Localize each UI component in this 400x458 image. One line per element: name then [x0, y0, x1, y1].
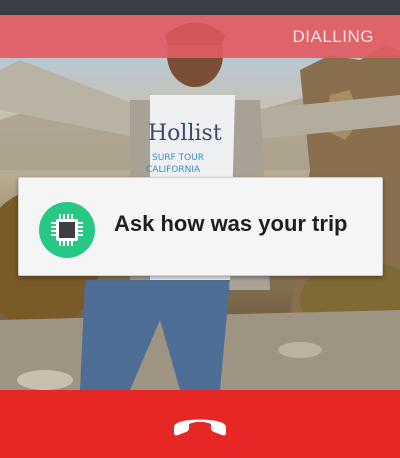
end-call-phone-icon [174, 419, 226, 436]
call-screen: Hollist SURF TOUR CALIFORNIA DIALLING As… [0, 0, 400, 458]
svg-text:CALIFORNIA: CALIFORNIA [146, 165, 201, 175]
chip-icon-badge [39, 202, 95, 258]
status-strip [0, 0, 400, 15]
call-status-label: DIALLING [292, 27, 374, 46]
end-call-button[interactable] [168, 405, 232, 445]
svg-text:SURF TOUR: SURF TOUR [152, 153, 204, 163]
prompt-text: Ask how was your trip [114, 211, 348, 236]
svg-text:Hollist: Hollist [148, 121, 222, 146]
chip-icon [51, 214, 83, 246]
prompt-card[interactable]: Ask how was your trip [18, 177, 383, 276]
